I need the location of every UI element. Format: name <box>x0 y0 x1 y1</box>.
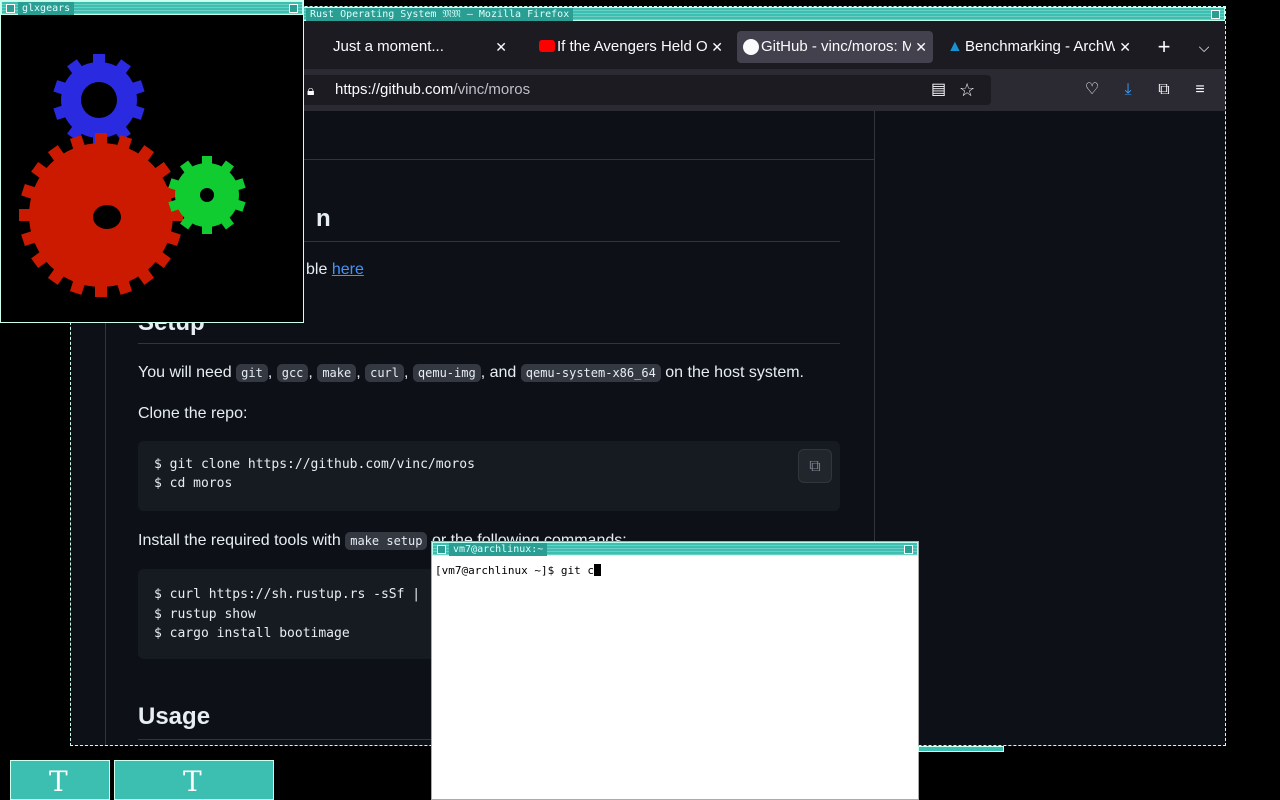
blue-gear <box>53 54 145 146</box>
requirements-paragraph: You will need git, gcc, make, curl, qemu… <box>138 364 804 382</box>
code-make: make <box>317 364 357 382</box>
close-icon[interactable]: ✕ <box>1119 31 1131 63</box>
cursor <box>593 564 601 576</box>
heading-partial: n <box>316 205 331 232</box>
reader-view-icon[interactable]: ▤ <box>931 75 946 105</box>
firefox-window-title: Rust Operating System 𝔐𝔐 — Mozilla Firef… <box>306 8 574 21</box>
code-curl: curl <box>365 364 405 382</box>
url-bar[interactable]: 🔒︎ https://github.com/vinc/moros ▤ ☆ <box>291 75 991 105</box>
terminal-title: vm7@archlinux:~ <box>449 543 548 556</box>
paragraph-text: ble <box>306 261 328 278</box>
requirements-text: You will need <box>138 364 232 381</box>
tab-label: Just a moment... <box>333 38 444 55</box>
url-text[interactable]: https://github.com/vinc/moros <box>335 75 530 105</box>
tab-github-moros[interactable]: GitHub - vinc/moros: M ✕ <box>737 31 933 63</box>
bookmark-star-icon[interactable]: ☆ <box>959 75 975 105</box>
pocket-icon[interactable]: ♡ <box>1079 77 1105 103</box>
usage-heading: Usage <box>138 703 211 730</box>
divider <box>138 343 840 344</box>
code-git: git <box>236 364 268 382</box>
code-qemu-img: qemu-img <box>412 364 481 382</box>
gear-tooth <box>19 209 31 221</box>
terminal-window[interactable]: vm7@archlinux:~ [vm7@archlinux ~]$ git c <box>431 541 919 800</box>
and-text: , and <box>480 364 517 381</box>
new-tab-button[interactable]: + <box>1151 31 1177 63</box>
maximize-icon[interactable] <box>289 4 298 13</box>
menu-icon[interactable]: ≡ <box>1187 77 1213 103</box>
gear-tooth <box>95 133 107 145</box>
taskbar-item-terminal[interactable]: T <box>10 760 110 800</box>
green-gear <box>168 156 246 234</box>
download-icon[interactable]: ⤓ <box>1115 77 1141 103</box>
window-menu-icon[interactable] <box>6 4 15 13</box>
paragraph-partial: ble here <box>306 261 364 279</box>
code-line: $ curl https://sh.rustup.rs -sSf | <box>154 587 421 602</box>
code-line: $ cargo install bootimage <box>154 626 350 641</box>
clone-code-block: $ git clone https://github.com/vinc/moro… <box>138 441 840 511</box>
glxgears-title: glxgears <box>18 2 75 15</box>
gear-tooth <box>93 54 105 64</box>
clone-paragraph: Clone the repo: <box>138 405 248 422</box>
hidden-window-edge <box>918 746 1004 752</box>
close-icon[interactable]: ✕ <box>711 31 723 63</box>
list-tabs-button[interactable]: ⌵ <box>1191 31 1217 63</box>
glxgears-titlebar[interactable]: glxgears <box>1 1 303 15</box>
tab-benchmarking[interactable]: ▲ Benchmarking - ArchW ✕ <box>941 31 1137 63</box>
code-make-setup: make setup <box>345 532 428 550</box>
requirements-suffix: on the host system. <box>665 364 804 381</box>
youtube-icon <box>539 40 555 52</box>
terminal-titlebar[interactable]: vm7@archlinux:~ <box>432 542 918 556</box>
terminal-icon: T <box>183 765 202 798</box>
taskbar-item-terminal-2[interactable]: T <box>114 760 274 800</box>
green-gear-hole <box>200 188 214 202</box>
github-icon <box>743 39 759 55</box>
code-line: $ cd moros <box>154 476 233 491</box>
lock-icon[interactable]: 🔒︎ <box>307 75 314 105</box>
maximize-icon[interactable] <box>904 545 913 554</box>
terminal-prompt[interactable]: [vm7@archlinux ~]$ git c <box>435 564 601 577</box>
tab-label: If the Avengers Held O <box>557 38 707 55</box>
red-gear-hole <box>93 205 121 229</box>
code-qemu-system: qemu-system-x86_64 <box>520 364 661 382</box>
tab-avengers[interactable]: If the Avengers Held O ✕ <box>533 31 729 63</box>
code-gcc: gcc <box>276 364 309 382</box>
extensions-icon[interactable]: ⧉ <box>1151 77 1177 103</box>
arch-icon: ▲ <box>947 38 963 55</box>
tab-label: Benchmarking - ArchW <box>965 38 1115 55</box>
here-link[interactable]: here <box>332 261 364 278</box>
gears-canvas <box>19 54 246 297</box>
tab-just-a-moment[interactable]: Just a moment... ✕ <box>303 31 513 63</box>
close-icon[interactable]: ✕ <box>495 31 507 63</box>
gear-tooth <box>202 225 212 234</box>
url-path: /vinc/moros <box>453 81 531 98</box>
gear-tooth <box>202 156 212 165</box>
glxgears-window: glxgears <box>0 0 304 323</box>
terminal-command-text: [vm7@archlinux ~]$ git c <box>435 564 594 577</box>
close-icon[interactable]: ✕ <box>915 31 927 63</box>
tab-label: GitHub - vinc/moros: M <box>761 38 911 55</box>
blue-gear-hole <box>81 82 117 118</box>
window-menu-icon[interactable] <box>437 545 446 554</box>
code-line: $ git clone https://github.com/vinc/moro… <box>154 457 475 472</box>
red-gear <box>19 133 183 297</box>
code-line: $ rustup show <box>154 607 256 622</box>
gear-tooth <box>95 285 107 297</box>
terminal-icon: T <box>49 765 68 798</box>
url-host: https://github.com <box>335 81 454 98</box>
install-text: Install the required tools with <box>138 532 341 549</box>
copy-button[interactable]: ⧉ <box>798 449 832 483</box>
maximize-icon[interactable] <box>1211 10 1220 19</box>
